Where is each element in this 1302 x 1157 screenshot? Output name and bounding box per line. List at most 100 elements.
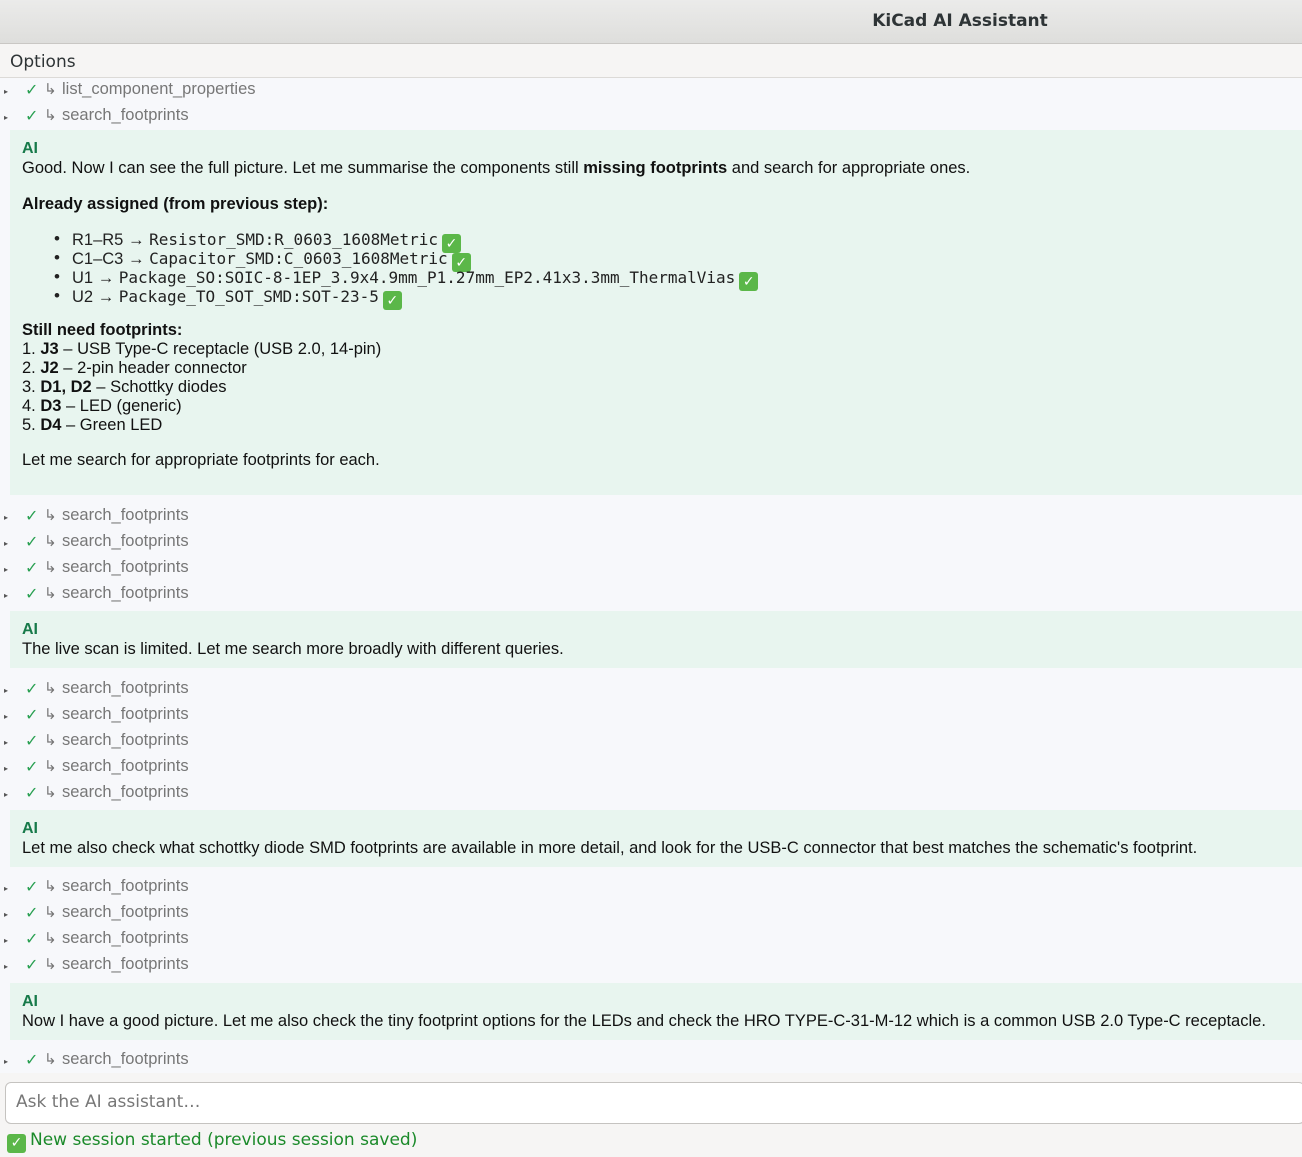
menu-options[interactable]: Options bbox=[10, 52, 76, 72]
check-mark-icon: ✓ bbox=[25, 560, 39, 577]
numbered-item: 1. J3 – USB Type-C receptacle (USB 2.0, … bbox=[22, 340, 382, 358]
window-title: KiCad AI Assistant bbox=[872, 11, 1048, 31]
tool-name: search_footprints bbox=[62, 783, 189, 801]
green-check-emoji-icon: ✓ bbox=[739, 272, 759, 291]
tool-name: search_footprints bbox=[62, 903, 189, 921]
expand-triangle-icon[interactable]: ▸ bbox=[4, 738, 8, 747]
tool-name: search_footprints bbox=[62, 731, 189, 749]
numbered-item: 5. D4 – Green LED bbox=[22, 416, 163, 434]
message-outro: Let me search for appropriate footprints… bbox=[22, 451, 380, 469]
check-mark-icon: ✓ bbox=[25, 759, 39, 776]
check-mark-icon: ✓ bbox=[25, 785, 39, 802]
tool-name: search_footprints bbox=[62, 679, 189, 697]
check-mark-icon: ✓ bbox=[25, 534, 39, 551]
message-text: Now I have a good picture. Let me also c… bbox=[22, 1012, 1266, 1030]
tool-name: search_footprints bbox=[62, 705, 189, 723]
tool-name: search_footprints bbox=[62, 558, 189, 576]
check-mark-icon: ✓ bbox=[25, 681, 39, 698]
tool-name: search_footprints bbox=[62, 955, 189, 973]
tool-call-row[interactable]: ▸ ✓ ↳ search_footprints bbox=[0, 504, 1302, 530]
return-arrow-icon: ↳ bbox=[44, 956, 57, 973]
numbered-item: 4. D3 – LED (generic) bbox=[22, 397, 182, 415]
expand-triangle-icon[interactable]: ▸ bbox=[4, 565, 8, 574]
tool-call-row[interactable]: ▸ ✓ ↳ search_footprints bbox=[0, 703, 1302, 729]
expand-triangle-icon[interactable]: ▸ bbox=[4, 884, 8, 893]
return-arrow-icon: ↳ bbox=[44, 559, 57, 576]
tool-call-row[interactable]: ▸ ✓ ↳ search_footprints bbox=[0, 677, 1302, 703]
assigned-heading: Already assigned (from previous step): bbox=[22, 195, 329, 213]
expand-triangle-icon[interactable]: ▸ bbox=[4, 513, 8, 522]
tool-name: search_footprints bbox=[62, 584, 189, 602]
expand-triangle-icon[interactable]: ▸ bbox=[4, 910, 8, 919]
return-arrow-icon: ↳ bbox=[44, 758, 57, 775]
tool-name: search_footprints bbox=[62, 877, 189, 895]
check-mark-icon: ✓ bbox=[25, 931, 39, 948]
tool-call-row[interactable]: ▸ ✓ ↳ search_footprints bbox=[0, 875, 1302, 901]
expand-triangle-icon[interactable]: ▸ bbox=[4, 113, 8, 122]
expand-triangle-icon[interactable]: ▸ bbox=[4, 764, 8, 773]
return-arrow-icon: ↳ bbox=[44, 533, 57, 550]
tool-call-row[interactable]: ▸ ✓ ↳ search_footprints bbox=[0, 556, 1302, 582]
tool-call-row[interactable]: ▸ ✓ ↳ search_footprints bbox=[0, 1048, 1302, 1073]
tool-name: search_footprints bbox=[62, 106, 189, 124]
tool-call-row[interactable]: ▸ ✓ ↳ search_footprints bbox=[0, 104, 1302, 130]
expand-triangle-icon[interactable]: ▸ bbox=[4, 936, 8, 945]
check-mark-icon: ✓ bbox=[25, 905, 39, 922]
return-arrow-icon: ↳ bbox=[44, 904, 57, 921]
tool-call-row[interactable]: ▸ ✓ ↳ search_footprints bbox=[0, 530, 1302, 556]
expand-triangle-icon[interactable]: ▸ bbox=[4, 790, 8, 799]
tool-name: search_footprints bbox=[62, 1050, 189, 1068]
tool-name: search_footprints bbox=[62, 506, 189, 524]
prompt-input[interactable] bbox=[16, 1092, 1286, 1112]
numbered-item: 2. J2 – 2-pin header connector bbox=[22, 359, 247, 377]
ai-label: AI bbox=[22, 621, 38, 638]
check-mark-icon: ✓ bbox=[25, 879, 39, 896]
tool-call-row[interactable]: ▸ ✓ ↳ search_footprints bbox=[0, 953, 1302, 979]
tool-call-row[interactable]: ▸ ✓ ↳ search_footprints bbox=[0, 729, 1302, 755]
return-arrow-icon: ↳ bbox=[44, 680, 57, 697]
expand-triangle-icon[interactable]: ▸ bbox=[4, 962, 8, 971]
check-mark-icon: ✓ bbox=[25, 508, 39, 525]
expand-triangle-icon[interactable]: ▸ bbox=[4, 591, 8, 600]
check-mark-icon: ✓ bbox=[25, 957, 39, 974]
expand-triangle-icon[interactable]: ▸ bbox=[4, 1057, 8, 1066]
tool-call-row[interactable]: ▸ ✓ ↳ list_component_properties bbox=[0, 78, 1302, 104]
ai-message: AI Now I have a good picture. Let me als… bbox=[10, 983, 1302, 1040]
tool-call-row[interactable]: ▸ ✓ ↳ search_footprints bbox=[0, 927, 1302, 953]
expand-triangle-icon[interactable]: ▸ bbox=[4, 686, 8, 695]
menu-bar: Options bbox=[0, 44, 1302, 78]
check-mark-icon: ✓ bbox=[25, 707, 39, 724]
return-arrow-icon: ↳ bbox=[44, 507, 57, 524]
ai-label: AI bbox=[22, 140, 38, 157]
ai-message: AI Let me also check what schottky diode… bbox=[10, 810, 1302, 867]
expand-triangle-icon[interactable]: ▸ bbox=[4, 539, 8, 548]
message-intro: Good. Now I can see the full picture. Le… bbox=[22, 159, 971, 177]
expand-triangle-icon[interactable]: ▸ bbox=[4, 87, 8, 96]
status-bar: ✓ New session started (previous session s… bbox=[7, 1130, 417, 1153]
ai-label: AI bbox=[22, 993, 38, 1010]
green-check-emoji-icon: ✓ bbox=[382, 291, 402, 310]
tool-call-row[interactable]: ▸ ✓ ↳ search_footprints bbox=[0, 901, 1302, 927]
chat-log[interactable]: ▸ ✓ ↳ list_component_properties ▸ ✓ ↳ se… bbox=[0, 78, 1302, 1073]
tool-name: list_component_properties bbox=[62, 80, 256, 98]
return-arrow-icon: ↳ bbox=[44, 706, 57, 723]
prompt-input-box[interactable] bbox=[5, 1082, 1302, 1124]
tool-call-row[interactable]: ▸ ✓ ↳ search_footprints bbox=[0, 582, 1302, 608]
tool-name: search_footprints bbox=[62, 532, 189, 550]
tool-call-row[interactable]: ▸ ✓ ↳ search_footprints bbox=[0, 755, 1302, 781]
check-mark-icon: ✓ bbox=[25, 108, 39, 125]
return-arrow-icon: ↳ bbox=[44, 878, 57, 895]
check-mark-icon: ✓ bbox=[25, 733, 39, 750]
expand-triangle-icon[interactable]: ▸ bbox=[4, 712, 8, 721]
return-arrow-icon: ↳ bbox=[44, 1051, 57, 1068]
return-arrow-icon: ↳ bbox=[44, 930, 57, 947]
status-text: New session started (previous session sa… bbox=[30, 1130, 418, 1150]
return-arrow-icon: ↳ bbox=[44, 732, 57, 749]
title-bar: KiCad AI Assistant bbox=[0, 0, 1302, 44]
ai-message: AI The live scan is limited. Let me sear… bbox=[10, 611, 1302, 668]
check-mark-icon: ✓ bbox=[25, 1052, 39, 1069]
tool-name: search_footprints bbox=[62, 757, 189, 775]
return-arrow-icon: ↳ bbox=[44, 585, 57, 602]
tool-call-row[interactable]: ▸ ✓ ↳ search_footprints bbox=[0, 781, 1302, 807]
tool-name: search_footprints bbox=[62, 929, 189, 947]
